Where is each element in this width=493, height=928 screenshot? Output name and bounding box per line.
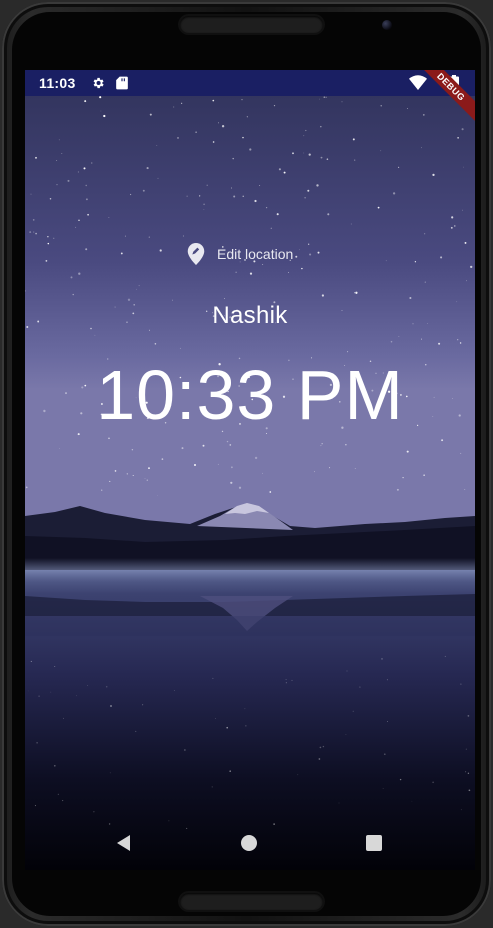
front-camera (382, 20, 392, 30)
top-speaker (180, 16, 323, 33)
status-time: 11:03 (39, 75, 76, 91)
gear-icon (93, 77, 104, 89)
back-icon[interactable] (115, 834, 133, 852)
edit-location-pin-icon (187, 243, 205, 265)
bottom-speaker (180, 893, 323, 910)
sd-card-icon (116, 76, 128, 90)
navigation-bar (25, 815, 475, 870)
status-bar: 11:03 DEBUG (25, 70, 475, 128)
phone-screen: 11:03 DEBUG Edit location Nashik 10:33 P… (25, 70, 475, 870)
night-sky-wallpaper (25, 96, 475, 870)
home-icon[interactable] (240, 834, 258, 852)
edit-location-label: Edit location (217, 246, 294, 262)
current-time: 10:33 PM (96, 356, 404, 434)
edit-location-button[interactable]: Edit location (187, 242, 293, 266)
wifi-icon (409, 75, 427, 90)
recents-icon[interactable] (365, 834, 383, 852)
city-name: Nashik (212, 302, 288, 329)
